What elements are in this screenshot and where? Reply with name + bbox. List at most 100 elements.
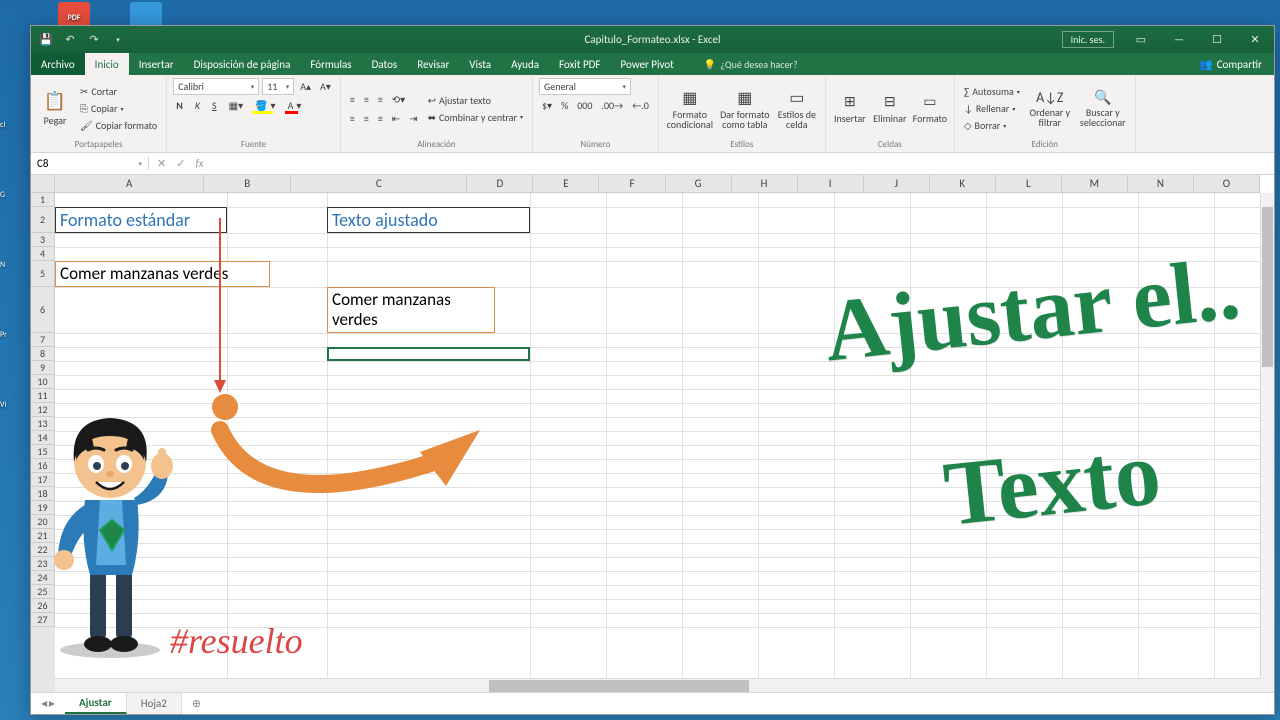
merge-center-button[interactable]: ⬌Combinar y centrar▾ bbox=[425, 110, 526, 125]
percent-button[interactable]: % bbox=[558, 98, 571, 113]
border-button[interactable]: ▦▾ bbox=[226, 98, 246, 113]
font-name-combo[interactable]: Calibri▾ bbox=[173, 78, 259, 95]
col-header-A[interactable]: A bbox=[55, 175, 204, 193]
decrease-decimal-button[interactable]: ←.0 bbox=[629, 98, 652, 113]
col-header-J[interactable]: J bbox=[864, 175, 930, 193]
font-size-combo[interactable]: 11▾ bbox=[262, 78, 294, 95]
cut-button[interactable]: ✂Cortar bbox=[77, 84, 160, 99]
format-painter-button[interactable]: 🖌Copiar formato bbox=[77, 118, 160, 133]
qat-dropdown-icon[interactable]: ▾ bbox=[109, 31, 127, 49]
minimize-icon[interactable]: — bbox=[1162, 29, 1196, 51]
redo-icon[interactable]: ↷ bbox=[85, 31, 103, 49]
conditional-format-button[interactable]: ▦Formato condicional bbox=[665, 78, 715, 139]
tab-revisar[interactable]: Revisar bbox=[407, 53, 459, 75]
name-box[interactable]: C8▾ bbox=[31, 157, 149, 170]
vertical-scrollbar[interactable] bbox=[1260, 193, 1274, 678]
align-bottom-button[interactable]: ≡ bbox=[375, 92, 386, 107]
wrap-text-button[interactable]: ↩Ajustar texto bbox=[425, 93, 526, 108]
close-icon[interactable]: ✕ bbox=[1238, 29, 1272, 51]
copy-button[interactable]: ⎘Copiar▾ bbox=[77, 101, 160, 116]
tab-powerpivot[interactable]: Power Pivot bbox=[610, 53, 683, 75]
col-header-M[interactable]: M bbox=[1062, 175, 1128, 193]
col-header-L[interactable]: L bbox=[996, 175, 1062, 193]
comma-button[interactable]: 000 bbox=[574, 98, 595, 113]
row-header-7[interactable]: 7 bbox=[31, 333, 55, 347]
number-format-combo[interactable]: General▾ bbox=[539, 78, 631, 95]
col-header-K[interactable]: K bbox=[930, 175, 996, 193]
decrease-indent-button[interactable]: ⇤ bbox=[389, 111, 403, 126]
increase-font-button[interactable]: A▴ bbox=[297, 78, 314, 95]
cell-C6[interactable]: Comer manzanas verdes bbox=[327, 287, 495, 333]
row-header-9[interactable]: 9 bbox=[31, 361, 55, 375]
fx-icon[interactable]: fx bbox=[195, 157, 203, 170]
clear-button[interactable]: ◇Borrar▾ bbox=[961, 118, 1023, 133]
col-header-N[interactable]: N bbox=[1128, 175, 1194, 193]
col-header-E[interactable]: E bbox=[533, 175, 599, 193]
find-select-button[interactable]: 🔍Buscar y seleccionar bbox=[1077, 78, 1129, 139]
align-left-button[interactable]: ≡ bbox=[347, 111, 358, 126]
fill-color-button[interactable]: 🪣▾ bbox=[252, 98, 278, 113]
tab-file[interactable]: Archivo bbox=[31, 53, 85, 75]
italic-button[interactable]: K bbox=[192, 98, 203, 113]
tab-insertar[interactable]: Insertar bbox=[129, 53, 184, 75]
col-header-F[interactable]: F bbox=[599, 175, 665, 193]
row-header-8[interactable]: 8 bbox=[31, 347, 55, 361]
align-top-button[interactable]: ≡ bbox=[347, 92, 358, 107]
col-header-H[interactable]: H bbox=[732, 175, 798, 193]
increase-indent-button[interactable]: ⇥ bbox=[406, 111, 420, 126]
tab-ayuda[interactable]: Ayuda bbox=[501, 53, 549, 75]
undo-icon[interactable]: ↶ bbox=[61, 31, 79, 49]
enter-formula-icon[interactable]: ✓ bbox=[176, 157, 185, 170]
format-cells-button[interactable]: ▭Formato bbox=[912, 78, 948, 139]
align-right-button[interactable]: ≡ bbox=[375, 111, 386, 126]
col-header-I[interactable]: I bbox=[798, 175, 864, 193]
fill-button[interactable]: ↓Rellenar▾ bbox=[961, 101, 1023, 116]
row-header-5[interactable]: 5 bbox=[31, 261, 55, 287]
select-all-button[interactable] bbox=[31, 175, 55, 193]
col-header-D[interactable]: D bbox=[467, 175, 533, 193]
increase-decimal-button[interactable]: .00→ bbox=[598, 98, 626, 113]
maximize-icon[interactable]: ☐ bbox=[1200, 29, 1234, 51]
ribbon-options-icon[interactable]: ▭ bbox=[1124, 29, 1158, 51]
share-button[interactable]: 👥 Compartir bbox=[1187, 53, 1274, 75]
cell-A2[interactable]: Formato estándar bbox=[55, 207, 227, 233]
add-sheet-button[interactable]: ⊕ bbox=[182, 693, 211, 714]
cell-styles-button[interactable]: ▭Estilos de celda bbox=[775, 78, 819, 139]
currency-button[interactable]: $▾ bbox=[539, 98, 555, 113]
tab-foxit[interactable]: Foxit PDF bbox=[549, 53, 610, 75]
row-header-3[interactable]: 3 bbox=[31, 233, 55, 247]
orientation-button[interactable]: ⟲▾ bbox=[389, 92, 408, 107]
font-color-button[interactable]: A▾ bbox=[285, 98, 305, 113]
row-header-2[interactable]: 2 bbox=[31, 207, 55, 233]
cancel-formula-icon[interactable]: ✕ bbox=[157, 157, 166, 170]
signin-button[interactable]: Inic. ses. bbox=[1062, 31, 1114, 48]
col-header-O[interactable]: O bbox=[1194, 175, 1260, 193]
align-middle-button[interactable]: ≡ bbox=[361, 92, 372, 107]
cell-C2[interactable]: Texto ajustado bbox=[327, 207, 530, 233]
bold-button[interactable]: N bbox=[173, 98, 186, 113]
align-center-button[interactable]: ≡ bbox=[361, 111, 372, 126]
sort-filter-button[interactable]: A↓ZOrdenar y filtrar bbox=[1027, 78, 1073, 139]
cell-A5[interactable]: Comer manzanas verdes bbox=[55, 261, 270, 287]
paste-button[interactable]: 📋 Pegar bbox=[37, 78, 73, 139]
tab-disposicion[interactable]: Disposición de página bbox=[184, 53, 301, 75]
tab-datos[interactable]: Datos bbox=[362, 53, 408, 75]
tab-inicio[interactable]: Inicio bbox=[85, 53, 129, 75]
delete-cells-button[interactable]: ⊟Eliminar bbox=[872, 78, 908, 139]
save-icon[interactable]: 💾 bbox=[37, 31, 55, 49]
tell-me-search[interactable]: 💡 ¿Qué desea hacer? bbox=[694, 53, 808, 75]
decrease-font-button[interactable]: A▾ bbox=[317, 78, 334, 95]
col-header-B[interactable]: B bbox=[204, 175, 291, 193]
insert-cells-button[interactable]: ⊞Insertar bbox=[832, 78, 868, 139]
autosum-button[interactable]: ∑Autosuma▾ bbox=[961, 84, 1023, 99]
col-header-G[interactable]: G bbox=[666, 175, 732, 193]
sheet-tab-2[interactable]: Hoja2 bbox=[127, 693, 182, 714]
underline-button[interactable]: S bbox=[209, 98, 220, 113]
sheet-nav-buttons[interactable]: ◀ ▶ bbox=[31, 693, 65, 714]
tab-vista[interactable]: Vista bbox=[459, 53, 501, 75]
active-cell-selector[interactable] bbox=[327, 347, 530, 361]
sheet-tab-active[interactable]: Ajustar bbox=[65, 693, 127, 714]
col-header-C[interactable]: C bbox=[291, 175, 467, 193]
horizontal-scrollbar[interactable] bbox=[55, 678, 1260, 692]
row-header-4[interactable]: 4 bbox=[31, 247, 55, 261]
